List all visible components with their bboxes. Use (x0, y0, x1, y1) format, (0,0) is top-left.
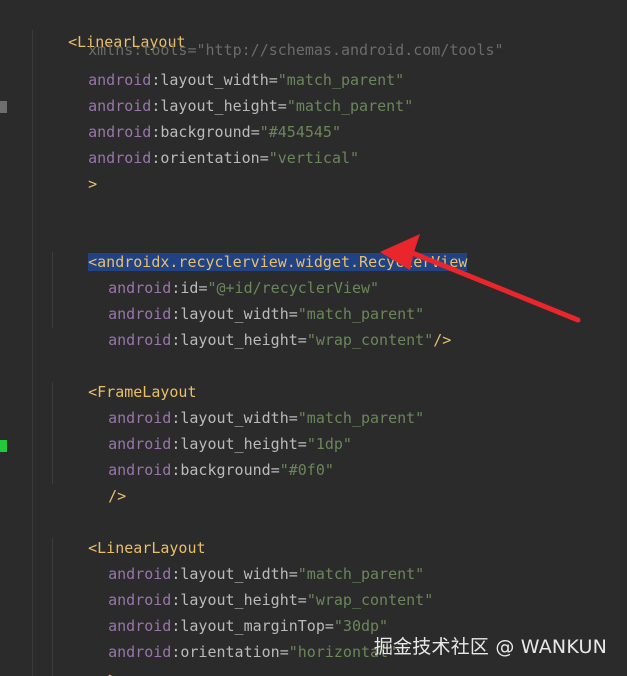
code-editor[interactable]: <LinearLayout xmlns:tools="http://schema… (0, 0, 627, 676)
arrow-shaft (407, 249, 581, 323)
watermark: 掘金技术社区 @ WANKUN (373, 636, 607, 658)
annotation-arrow (380, 234, 581, 323)
